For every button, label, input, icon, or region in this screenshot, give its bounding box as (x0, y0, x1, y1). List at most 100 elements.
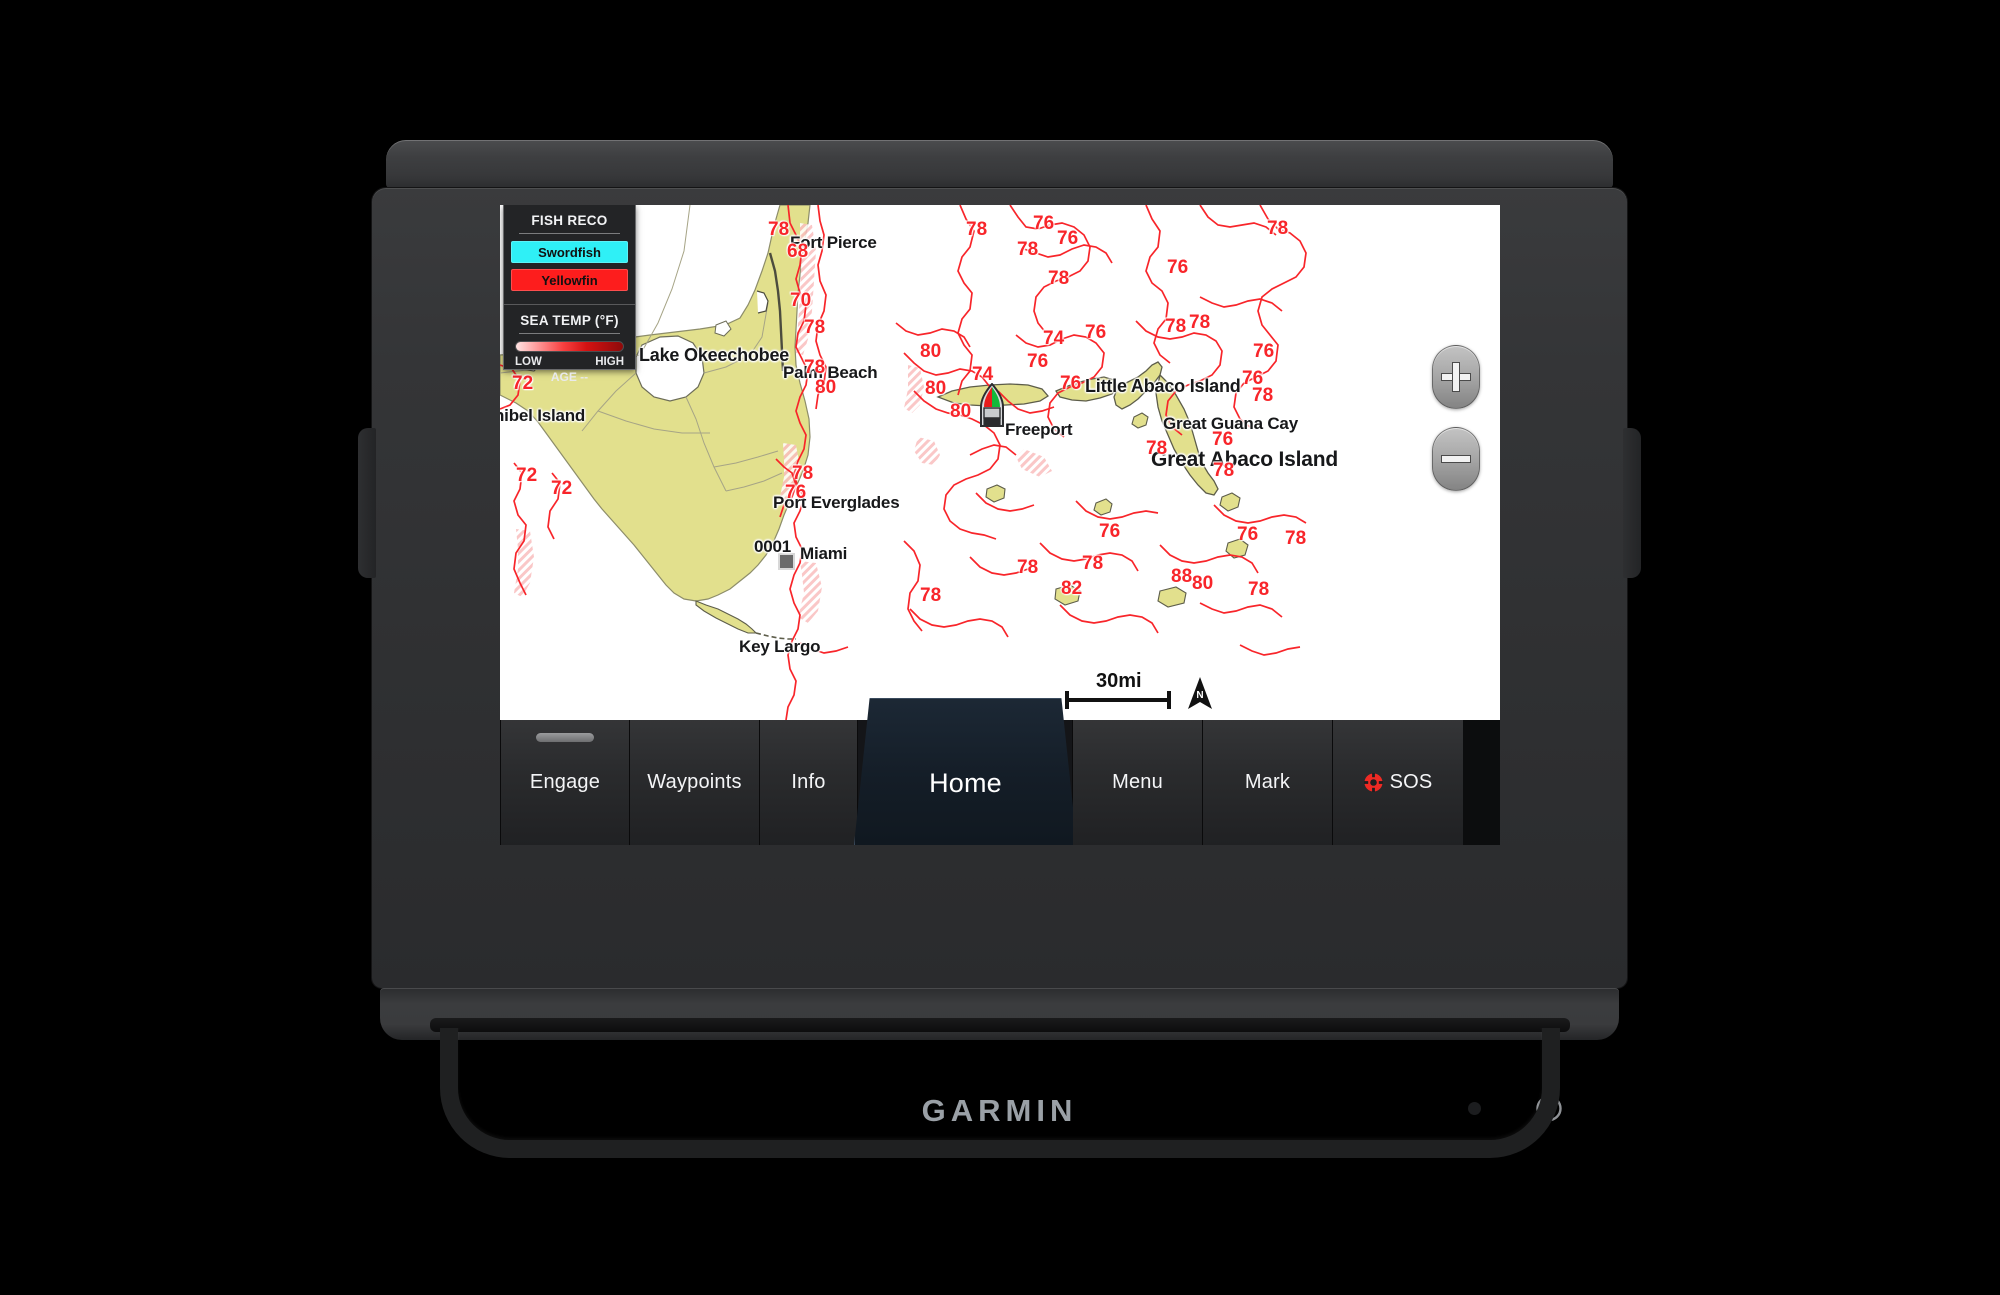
map-place-label: Great Abaco Island (1151, 448, 1339, 471)
map-place-label: Key Largo (739, 637, 821, 656)
fish-chip-yellowfin[interactable]: Yellowfin (511, 269, 628, 291)
map-temperature-label: 72 (516, 465, 538, 486)
sea-temp-low-label: LOW (515, 356, 542, 368)
map-temperature-label: 78 (1017, 239, 1039, 260)
device-screen: Fort Pierce Lake Okeechobee Palm Beach nibe… (500, 205, 1500, 845)
map-temperature-label: 76 (1212, 429, 1234, 450)
sea-temp-section: SEA TEMP (°F) LOW HIGH AGE -- (504, 305, 635, 391)
map-temperature-label: 76 (1057, 228, 1079, 249)
nav-item-engage-label: Engage (529, 771, 601, 793)
nav-item-menu-label: Menu (1112, 771, 1163, 793)
nav-item-home-label: Home (929, 767, 1002, 798)
map-temperature-label: 78 (1165, 316, 1187, 337)
map-temperature-label: 70 (790, 290, 812, 311)
map-place-label: nibel Island (500, 406, 586, 425)
fish-chip-swordfish[interactable]: Swordfish (511, 241, 628, 263)
map-temperature-label: 80 (815, 377, 837, 398)
scale-tick-right (1167, 691, 1171, 709)
svg-text:N: N (1196, 690, 1203, 701)
map-place-label: Little Abaco Island (1085, 376, 1241, 396)
plus-icon-vertical (1452, 362, 1460, 392)
map-temperature-label: 78 (920, 585, 942, 606)
map-temperature-label: 76 (1085, 322, 1107, 343)
boat-icon (977, 383, 1007, 429)
map-place-label: Freeport (1005, 420, 1073, 439)
map-temperature-label: 78 (1017, 557, 1039, 578)
map-place-label: Lake Okeechobee (639, 345, 790, 365)
home-tab-highlight[interactable]: Home (854, 698, 1077, 845)
map-temperature-label: 76 (1060, 373, 1082, 394)
map-temperature-label: 76 (1167, 257, 1189, 278)
map-temperature-label: 76 (785, 482, 807, 503)
garmin-chartplotter-screenshot: GARMIN Fort Pierce Lake Okeechobee Palm … (0, 0, 2000, 1295)
fish-reco-overlay-panel[interactable]: FISH RECO Swordfish Yellowfin SEA TEMP (… (503, 205, 636, 384)
map-temperature-label: 80 (1192, 573, 1214, 594)
minus-icon (1441, 455, 1471, 463)
nav-item-mark[interactable]: Mark (1203, 720, 1333, 845)
map-temperature-label: 80 (950, 401, 972, 422)
sea-temp-high-label: HIGH (595, 356, 624, 368)
nav-item-info[interactable]: Info (760, 720, 858, 845)
fish-chip-yellowfin-label: Yellowfin (541, 272, 598, 288)
map-temperature-label: 78 (1146, 438, 1168, 459)
device-top-bezel-cap (386, 140, 1613, 191)
map-temperature-label: 78 (1252, 385, 1274, 406)
map-temperature-label: 78 (804, 317, 826, 338)
map-temperature-label: 78 (1189, 312, 1211, 333)
fish-reco-section: FISH RECO Swordfish Yellowfin (504, 205, 635, 304)
map-temperature-label: 80 (920, 341, 942, 362)
scale-distance-label: 30mi (1096, 670, 1142, 692)
map-temperature-label: 78 (1048, 268, 1070, 289)
bottom-navigation-bar: Engage Waypoints Info Home Menu Mark SOS (500, 698, 1500, 845)
chart-map-graphics (500, 205, 1500, 720)
sea-temp-title: SEA TEMP (°F) (520, 313, 619, 328)
life-ring-icon (1363, 773, 1383, 792)
nav-item-engage[interactable]: Engage (500, 720, 630, 845)
nav-item-mark-label: Mark (1244, 771, 1291, 793)
fish-reco-title: FISH RECO (531, 213, 608, 228)
sea-temp-range-labels: LOW HIGH (511, 355, 628, 368)
map-temperature-label: 72 (551, 478, 573, 499)
map-temperature-label: 78 (804, 357, 826, 378)
nav-item-sos-label: SOS (1389, 771, 1433, 793)
map-temperature-label: 78 (768, 219, 790, 240)
map-temperature-label: 78 (1267, 218, 1289, 239)
cay-7 (1157, 586, 1187, 608)
map-temperature-label: 82 (1061, 578, 1083, 599)
map-place-label: Miami (800, 544, 848, 563)
map-temperature-label: 80 (925, 378, 947, 399)
map-temperature-label: 88 (1171, 566, 1193, 587)
device-right-side-grip (1623, 428, 1641, 578)
map-temperature-label: 78 (1248, 579, 1270, 600)
device-left-side-grip (358, 428, 376, 578)
nav-item-waypoints-label: Waypoints (647, 771, 742, 793)
fish-reco-divider (519, 233, 620, 234)
mount-bracket (440, 1028, 1560, 1158)
chart-canvas[interactable]: Fort Pierce Lake Okeechobee Palm Beach nibe… (500, 205, 1500, 720)
sea-temp-age-label: AGE -- (550, 370, 589, 384)
map-temperature-label: 76 (1033, 213, 1055, 234)
engage-indicator-pill (536, 733, 594, 742)
map-temperature-label: 74 (1043, 328, 1065, 349)
nav-item-waypoints[interactable]: Waypoints (630, 720, 760, 845)
map-temperature-label: 76 (1237, 524, 1259, 545)
nav-item-menu[interactable]: Menu (1073, 720, 1203, 845)
map-temperature-label: 76 (1027, 351, 1049, 372)
scale-line (1067, 698, 1171, 702)
zoom-out-button[interactable] (1432, 427, 1480, 491)
map-temperature-label: 78 (966, 219, 988, 240)
map-temperature-label: 76 (1253, 341, 1275, 362)
nav-item-info-label: Info (791, 771, 826, 793)
map-temperature-label: 78 (1082, 553, 1104, 574)
scale-tick-left (1065, 691, 1069, 709)
map-temperature-label: 68 (787, 241, 809, 262)
fish-chip-swordfish-label: Swordfish (538, 244, 601, 260)
sea-temp-divider (519, 333, 620, 334)
waypoint-label: 0001 (754, 537, 792, 556)
map-temperature-label: 78 (1285, 528, 1307, 549)
map-temperature-label: 76 (1099, 521, 1121, 542)
zoom-in-button[interactable] (1432, 345, 1480, 409)
nav-item-sos[interactable]: SOS (1333, 720, 1463, 845)
nav-item-home[interactable]: Home (854, 698, 1077, 845)
map-temperature-label: 78 (1213, 460, 1235, 481)
